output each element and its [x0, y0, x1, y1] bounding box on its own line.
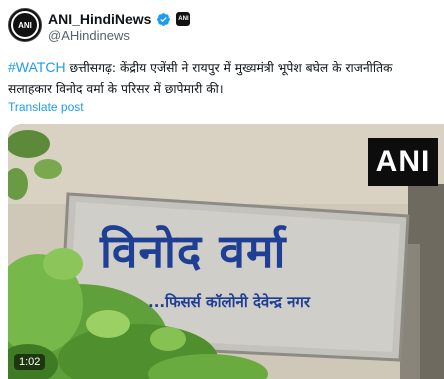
- verified-badge-icon[interactable]: [156, 12, 171, 27]
- tweet-card[interactable]: ANI ANI_HindiNews ANI @AHindinews #WATCH…: [0, 0, 444, 379]
- ani-watermark-logo: ANI: [368, 138, 438, 186]
- hashtag-link[interactable]: #WATCH: [8, 59, 66, 75]
- tweet-text: #WATCH छत्तीसगढ़: केंद्रीय एजेंसी ने राय…: [8, 57, 440, 100]
- sign-address-text: ...फिसर्स कॉलोनी देवेन्द्र नगर: [148, 293, 310, 311]
- display-name[interactable]: ANI_HindiNews: [48, 11, 151, 27]
- sign-name-text: विनोद वर्मा: [100, 224, 287, 278]
- video-duration: 1:02: [14, 354, 46, 370]
- user-handle[interactable]: @AHindinews: [48, 28, 130, 43]
- translate-post-link[interactable]: Translate post: [8, 100, 84, 114]
- ani-affiliate-badge-icon[interactable]: ANI: [176, 12, 191, 26]
- avatar-ring: ANI: [11, 11, 39, 39]
- video-player[interactable]: ANI विनोद वर्मा ...फिसर्स कॉलोनी देवेन्द…: [8, 124, 444, 379]
- affiliate-badge-text: ANI: [178, 16, 189, 22]
- tweet-body: छत्तीसगढ़: केंद्रीय एजेंसी ने रायपुर में…: [8, 61, 393, 96]
- author-name-row: ANI_HindiNews ANI: [48, 10, 191, 28]
- ani-watermark-text: ANI: [375, 145, 431, 178]
- avatar-logo-text: ANI: [18, 20, 32, 30]
- avatar[interactable]: ANI: [8, 8, 42, 42]
